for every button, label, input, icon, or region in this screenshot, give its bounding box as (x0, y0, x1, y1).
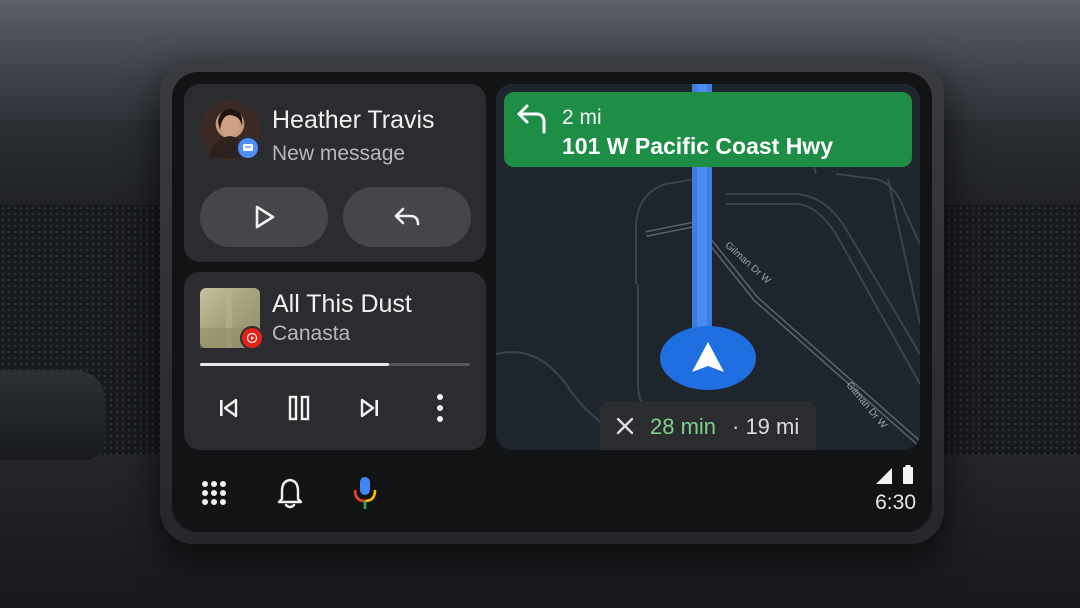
song-title: All This Dust (272, 290, 412, 318)
eta-time: 28 min (650, 414, 717, 439)
speaker-grille-right (940, 205, 1080, 460)
assistant-button[interactable] (345, 473, 385, 513)
playback-progress[interactable] (200, 363, 470, 366)
eta-distance: · 19 mi (732, 414, 800, 439)
trip-eta-panel[interactable]: 28 min · 19 mi (600, 401, 816, 450)
media-card[interactable]: All This Dust Canasta (184, 272, 486, 450)
turn-distance: 2 mi (562, 106, 602, 129)
more-vert-icon (437, 394, 443, 422)
skip-next-button[interactable] (350, 388, 390, 428)
message-subtitle: New message (272, 142, 406, 165)
message-card[interactable]: Heather Travis New message (184, 84, 486, 262)
pause-icon (288, 395, 310, 421)
skip-next-icon (360, 398, 378, 418)
skip-previous-icon (220, 398, 238, 418)
play-message-button[interactable] (200, 187, 328, 247)
clock: 6:30 (875, 491, 916, 514)
battery-icon (903, 465, 913, 484)
turn-left-icon (517, 104, 546, 134)
status-icons (874, 465, 914, 485)
more-options-button[interactable] (420, 388, 460, 428)
navigation-map[interactable]: Gilman Dr W Gilman Dr W 2 mi 101 W Pacif… (496, 84, 920, 450)
turn-instruction-banner[interactable]: 2 mi 101 W Pacific Coast Hwy (504, 92, 912, 167)
close-icon[interactable] (612, 413, 638, 439)
pause-button[interactable] (279, 388, 319, 428)
play-icon (255, 205, 275, 229)
app-launcher-button[interactable] (194, 473, 234, 513)
bell-icon (277, 478, 303, 509)
android-auto-screen: Heather Travis New message All This Dust… (172, 72, 932, 532)
progress-fill (200, 363, 389, 366)
reply-button[interactable] (343, 187, 471, 247)
skip-previous-button[interactable] (208, 388, 248, 428)
notifications-button[interactable] (270, 473, 310, 513)
signal-icon (875, 468, 892, 484)
microphone-icon (353, 477, 377, 509)
song-artist: Canasta (272, 322, 351, 345)
bottom-rail: 6:30 (172, 457, 932, 532)
app-grid-icon (202, 481, 226, 505)
air-vent-knob (0, 370, 105, 460)
youtube-music-icon (240, 326, 264, 350)
reply-icon (394, 207, 420, 226)
contact-name: Heather Travis (272, 106, 435, 134)
turn-street: 101 W Pacific Coast Hwy (562, 133, 833, 159)
messages-app-icon (236, 136, 260, 160)
